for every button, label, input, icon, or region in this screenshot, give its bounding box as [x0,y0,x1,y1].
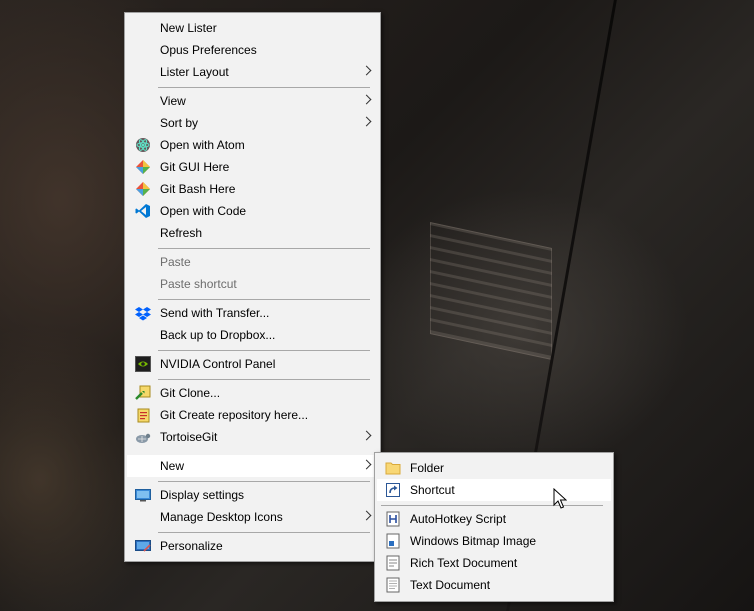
menu-item-label: Personalize [160,539,223,553]
menu-item-view[interactable]: View [127,90,378,112]
menu-item-paste-shortcut[interactable]: Paste shortcut [127,273,378,295]
menu-item-git-bash-here[interactable]: Git Bash Here [127,178,378,200]
menu-separator [158,248,370,249]
tortoisegit-icon [136,433,151,443]
chevron-right-icon [361,116,372,127]
menu-item-label: Paste [160,255,191,269]
git-clone-icon [135,385,151,400]
folder-icon [385,462,401,475]
dropbox-icon [135,307,151,321]
menu-item-label: Paste shortcut [160,277,237,291]
menu-item-label: Back up to Dropbox... [160,328,276,342]
menu-item-open-with-atom[interactable]: Open with Atom [127,134,378,156]
menu-separator [158,532,370,533]
menu-item-git-create-repository[interactable]: Git Create repository here... [127,404,378,426]
chevron-right-icon [361,94,372,105]
git-bash-icon [136,182,150,196]
nvidia-icon [135,356,151,372]
chevron-right-icon [361,65,372,76]
menu-item-paste[interactable]: Paste [127,251,378,273]
bitmap-icon [386,533,400,549]
menu-item-label: Opus Preferences [160,43,257,57]
submenu-item-shortcut[interactable]: Shortcut [377,479,611,501]
menu-separator [158,299,370,300]
menu-item-display-settings[interactable]: Display settings [127,484,378,506]
menu-item-label: AutoHotkey Script [410,512,507,526]
menu-item-label: TortoiseGit [160,430,218,444]
display-icon [135,489,151,502]
menu-separator [158,350,370,351]
menu-item-personalize[interactable]: Personalize [127,535,378,557]
menu-item-label: Display settings [160,488,245,502]
submenu-item-rich-text-document[interactable]: Rich Text Document [377,552,611,574]
rich-text-icon [386,555,400,571]
menu-item-label: Git Bash Here [160,182,236,196]
menu-item-send-with-transfer[interactable]: Send with Transfer... [127,302,378,324]
menu-item-open-with-code[interactable]: Open with Code [127,200,378,222]
menu-item-git-gui-here[interactable]: Git GUI Here [127,156,378,178]
menu-item-label: Rich Text Document [410,556,518,570]
submenu-item-text-document[interactable]: Text Document [377,574,611,596]
menu-item-git-clone[interactable]: Git Clone... [127,382,378,404]
vscode-icon [135,204,150,218]
menu-item-new[interactable]: New [127,455,378,477]
menu-item-manage-desktop-icons[interactable]: Manage Desktop Icons [127,506,378,528]
menu-item-label: Open with Code [160,204,247,218]
menu-item-label: Text Document [410,578,491,592]
menu-item-label: Git Create repository here... [160,408,309,422]
menu-item-refresh[interactable]: Refresh [127,222,378,244]
personalize-icon [135,540,151,552]
menu-item-label: Folder [410,461,445,475]
menu-item-label: NVIDIA Control Panel [160,357,276,371]
shortcut-icon [386,483,400,497]
git-gui-icon [136,160,150,174]
menu-item-label: Send with Transfer... [160,306,270,320]
desktop-context-menu: New Lister Opus Preferences Lister Layou… [124,12,381,562]
mouse-cursor-icon [553,488,567,509]
menu-item-label: New [160,459,185,473]
menu-separator [158,379,370,380]
chevron-right-icon [361,510,372,521]
menu-item-new-lister[interactable]: New Lister [127,17,378,39]
menu-item-label: Sort by [160,116,199,130]
menu-separator [158,481,370,482]
menu-separator [381,505,603,506]
menu-item-label: View [160,94,186,108]
menu-item-label: Git GUI Here [160,160,230,174]
text-document-icon [386,577,400,593]
git-create-repository-icon [137,408,150,423]
menu-item-opus-preferences[interactable]: Opus Preferences [127,39,378,61]
menu-item-label: Refresh [160,226,203,240]
submenu-item-windows-bitmap-image[interactable]: Windows Bitmap Image [377,530,611,552]
menu-item-tortoisegit[interactable]: TortoiseGit [127,426,378,448]
new-submenu: Folder Shortcut AutoHotkey Script Window… [374,452,614,602]
menu-item-label: Shortcut [410,483,455,497]
chevron-right-icon [361,459,372,470]
menu-item-sort-by[interactable]: Sort by [127,112,378,134]
menu-item-label: New Lister [160,21,217,35]
menu-item-label: Open with Atom [160,138,245,152]
chevron-right-icon [361,430,372,441]
menu-item-label: Windows Bitmap Image [410,534,537,548]
menu-item-label: Manage Desktop Icons [160,510,283,524]
menu-item-lister-layout[interactable]: Lister Layout [127,61,378,83]
atom-icon [136,138,150,152]
menu-item-back-up-to-dropbox[interactable]: Back up to Dropbox... [127,324,378,346]
submenu-item-autohotkey-script[interactable]: AutoHotkey Script [377,508,611,530]
wallpaper-vent [430,222,552,360]
submenu-item-folder[interactable]: Folder [377,457,611,479]
menu-separator [158,87,370,88]
autohotkey-icon [386,511,400,527]
menu-item-label: Lister Layout [160,65,229,79]
menu-item-nvidia-control-panel[interactable]: NVIDIA Control Panel [127,353,378,375]
menu-item-label: Git Clone... [160,386,221,400]
